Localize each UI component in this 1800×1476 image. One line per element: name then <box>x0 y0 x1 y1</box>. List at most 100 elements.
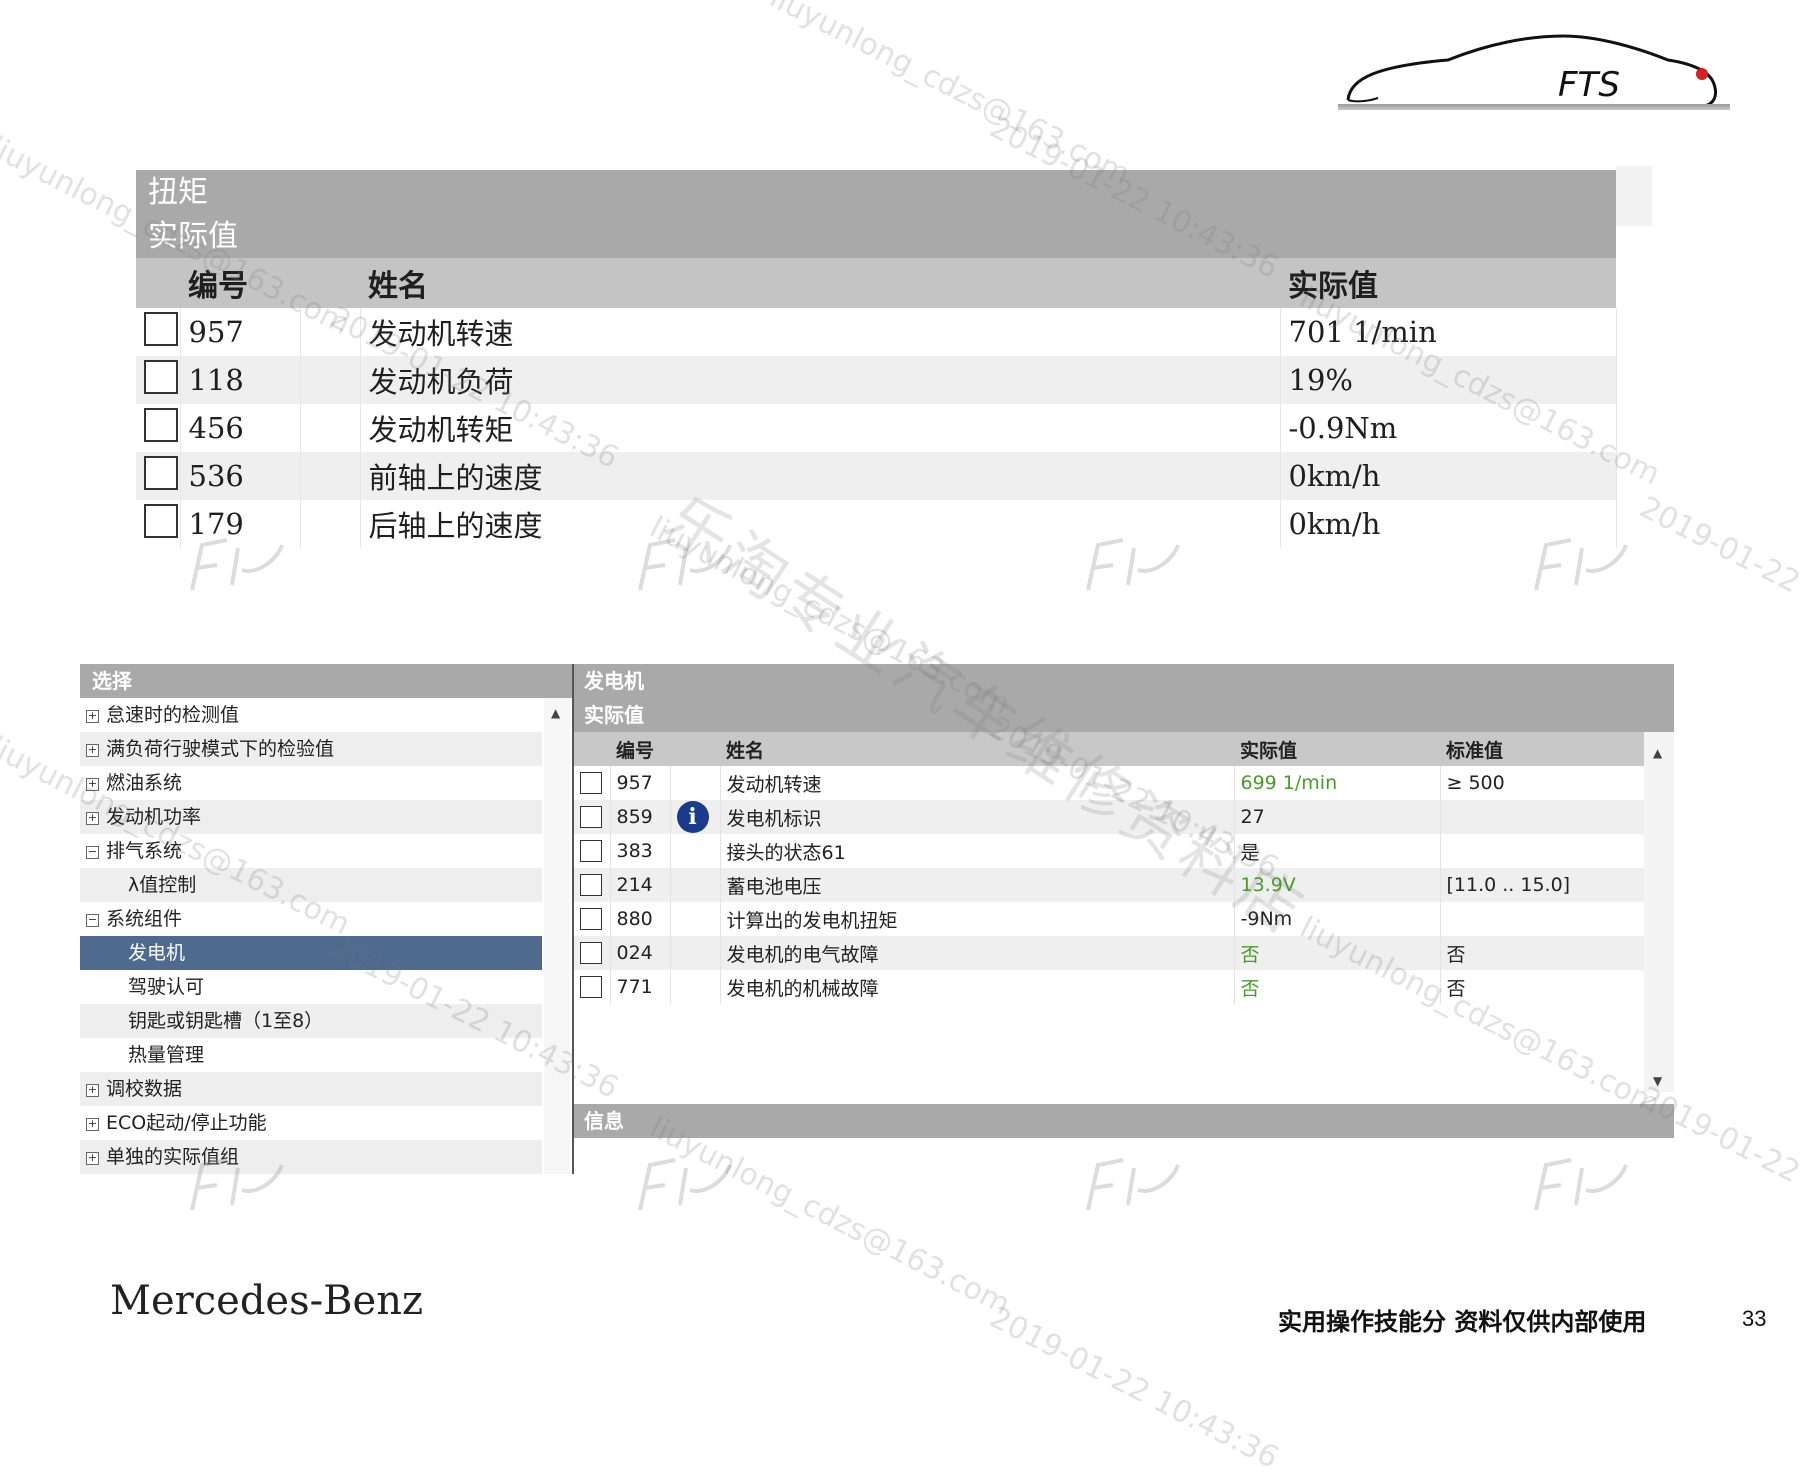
tree-item-label: 发动机功率 <box>106 806 202 828</box>
table-row[interactable]: 957 发动机转速 701 1/min <box>136 308 1617 356</box>
footer-note: 实用操作技能分 资料仅供内部使用 <box>1278 1308 1647 1336</box>
row-value: 701 1/min <box>1280 308 1617 356</box>
watermark-timestamp: 2019-01-22 10:43:36 <box>984 1300 1284 1476</box>
row-checkbox[interactable] <box>144 407 178 442</box>
selection-tree-panel: 选择 + 怠速时的检测值 + 满负荷行驶模式下的检验值 + 燃油系统 + 发动机功率 − 排气系统… <box>80 664 574 1174</box>
row-name: 后轴上的速度 <box>360 500 1281 548</box>
row-name: 发动机转速 <box>360 308 1281 356</box>
fts-watermark-icon <box>638 1158 732 1211</box>
row-checkbox[interactable] <box>144 455 178 490</box>
tree-item[interactable]: 驾驶认可 <box>80 970 542 1004</box>
generator-panel-title: 发电机 <box>574 664 1674 698</box>
watermark-email: liuyunlong_cdzs@163.com <box>644 1110 1016 1323</box>
tree-item[interactable]: − 系统组件 <box>80 902 542 936</box>
tree-item[interactable]: 钥匙或钥匙槽（1至8） <box>80 1004 542 1038</box>
row-id: 957 <box>610 766 671 800</box>
table-row[interactable]: 214 蓄电池电压 13.9V [11.0 .. 15.0] <box>574 868 1645 902</box>
row-standard <box>1440 902 1645 936</box>
values-scrollbar[interactable]: ▲ ▼ <box>1644 732 1674 1092</box>
expand-icon[interactable]: + <box>86 744 99 757</box>
table-row[interactable]: 118 发动机负荷 19% <box>136 356 1617 404</box>
tree-item-label: 排气系统 <box>106 840 183 862</box>
row-checkbox[interactable] <box>580 976 602 999</box>
collapse-icon[interactable]: − <box>86 846 99 859</box>
gen-column-header-standard[interactable]: 标准值 <box>1440 732 1644 766</box>
row-id: 024 <box>610 936 671 970</box>
table-row[interactable]: 383 接头的状态61 是 <box>574 834 1645 868</box>
table-row[interactable]: 859 i 发电机标识 27 <box>574 800 1645 834</box>
generator-values-table: 编号 姓名 实际值 标准值 957 发动机转速 699 1/min ≥ 500 859 i… <box>574 732 1645 1004</box>
tree-scrollbar[interactable]: ▲ <box>544 698 570 1174</box>
scroll-down-icon[interactable]: ▼ <box>1653 1074 1662 1088</box>
scroll-up-icon[interactable]: ▲ <box>551 706 560 720</box>
brand-name: Mercedes-Benz <box>110 1278 424 1324</box>
row-checkbox[interactable] <box>144 311 178 346</box>
column-header-name[interactable]: 姓名 <box>360 258 1280 308</box>
tree-item[interactable]: 热量管理 <box>80 1038 542 1072</box>
table-row[interactable]: 880 计算出的发电机扭矩 -9Nm <box>574 902 1645 936</box>
tree-item[interactable]: + 怠速时的检测值 <box>80 698 542 732</box>
gen-column-header-id[interactable]: 编号 <box>610 732 670 766</box>
svg-text:FTS: FTS <box>1558 65 1620 105</box>
table-row[interactable]: 024 发电机的电气故障否否 <box>574 936 1645 970</box>
info-bar[interactable]: 信息 <box>574 1104 1674 1138</box>
column-header-value[interactable]: 实际值 <box>1280 258 1616 308</box>
row-id: 179 <box>180 500 301 548</box>
tree-item[interactable]: − 排气系统 <box>80 834 542 868</box>
table-row[interactable]: 536 前轴上的速度 0km/h <box>136 452 1617 500</box>
checkbox-column-header <box>136 258 180 308</box>
row-name: 发电机的电气故障 <box>720 936 1235 970</box>
tree-item[interactable]: + 单独的实际值组 <box>80 1140 542 1174</box>
info-icon[interactable]: i <box>676 801 709 833</box>
expand-icon[interactable]: + <box>86 710 99 723</box>
gen-column-header-name[interactable]: 姓名 <box>720 732 1234 766</box>
table-row[interactable]: 456 发动机转矩 -0.9Nm <box>136 404 1617 452</box>
table-row[interactable]: 957 发动机转速 699 1/min ≥ 500 <box>574 766 1645 800</box>
expand-icon[interactable]: + <box>86 1118 99 1131</box>
tree-item-label: 满负荷行驶模式下的检验值 <box>106 738 335 760</box>
scroll-up-icon[interactable]: ▲ <box>1653 746 1662 760</box>
row-checkbox[interactable] <box>580 772 602 795</box>
column-header-id[interactable]: 编号 <box>180 258 300 308</box>
tree-item[interactable]: λ值控制 <box>80 868 542 902</box>
tree-item[interactable]: + 发动机功率 <box>80 800 542 834</box>
row-value: 0km/h <box>1280 500 1617 548</box>
row-checkbox[interactable] <box>580 874 602 897</box>
selection-panel-title: 选择 <box>80 664 572 698</box>
row-checkbox[interactable] <box>144 359 178 394</box>
row-value: 19% <box>1280 356 1617 404</box>
tree-item[interactable]: + 燃油系统 <box>80 766 542 800</box>
row-name: 发动机转速 <box>720 766 1235 800</box>
row-value: 0km/h <box>1280 452 1617 500</box>
row-value: 27 <box>1234 800 1441 834</box>
tree-item[interactable]: + 调校数据 <box>80 1072 542 1106</box>
row-value: 否 <box>1234 936 1441 970</box>
row-checkbox[interactable] <box>580 806 602 829</box>
row-id: 118 <box>180 356 301 404</box>
row-name: 发电机标识 <box>720 800 1235 834</box>
expand-icon[interactable]: + <box>86 1084 99 1097</box>
tree-item-label: 发电机 <box>128 942 186 964</box>
tree-item-label: 钥匙或钥匙槽（1至8） <box>128 1010 324 1032</box>
tree-item[interactable]: 发电机 <box>80 936 542 970</box>
row-checkbox[interactable] <box>144 503 178 538</box>
expand-icon[interactable]: + <box>86 812 99 825</box>
expand-icon[interactable]: + <box>86 778 99 791</box>
row-checkbox[interactable] <box>580 908 602 931</box>
torque-actual-values-panel: 扭矩 实际值 编号 姓名 实际值 957 发动机转速 701 1/min 118 发动机… <box>136 166 1652 548</box>
gen-column-header-value[interactable]: 实际值 <box>1234 732 1440 766</box>
generator-panel-subtitle: 实际值 <box>574 698 1674 732</box>
row-name: 发动机负荷 <box>360 356 1281 404</box>
row-checkbox[interactable] <box>580 840 602 863</box>
row-checkbox[interactable] <box>580 942 602 965</box>
table-row[interactable]: 179 后轴上的速度 0km/h <box>136 500 1617 548</box>
row-name: 前轴上的速度 <box>360 452 1281 500</box>
row-value: 是 <box>1234 834 1441 868</box>
collapse-icon[interactable]: − <box>86 914 99 927</box>
expand-icon[interactable]: + <box>86 1152 99 1165</box>
tree-item-label: 驾驶认可 <box>128 976 205 998</box>
row-standard <box>1440 834 1645 868</box>
table-row[interactable]: 771 发电机的机械故障否否 <box>574 970 1645 1004</box>
tree-item[interactable]: + ECO起动/停止功能 <box>80 1106 542 1140</box>
tree-item[interactable]: + 满负荷行驶模式下的检验值 <box>80 732 542 766</box>
